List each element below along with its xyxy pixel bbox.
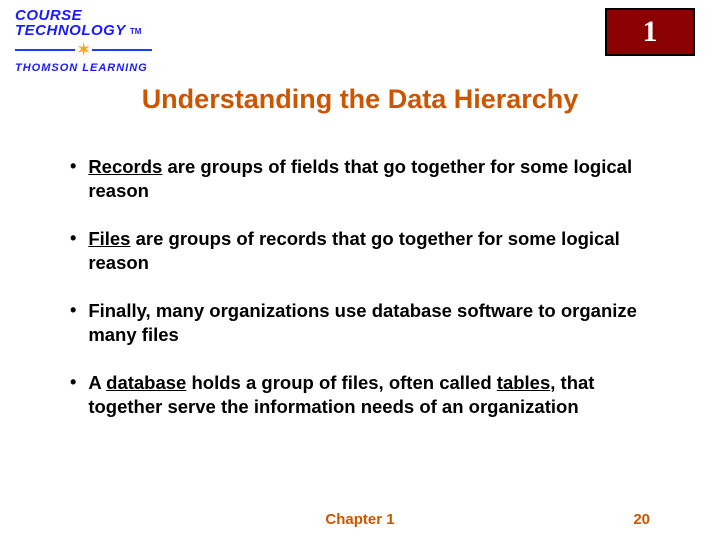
- logo-line3: THOMSON LEARNING: [15, 62, 148, 74]
- footer-page-number: 20: [633, 511, 650, 528]
- slide-content: • Records are groups of fields that go t…: [0, 115, 720, 419]
- logo-line1: COURSE: [15, 8, 82, 23]
- bullet-icon: •: [70, 155, 76, 178]
- footer-chapter-label: Chapter 1: [325, 511, 394, 528]
- publisher-logo: COURSE TECHNOLOGY TM ✶ THOMSON LEARNING: [15, 8, 152, 74]
- logo-line2: TECHNOLOGY: [15, 23, 126, 38]
- bullet-4: • A database holds a group of files, oft…: [70, 371, 650, 419]
- slide-title: Understanding the Data Hierarchy: [0, 84, 720, 115]
- bullet-3: • Finally, many organizations use databa…: [70, 299, 650, 347]
- slide-header: COURSE TECHNOLOGY TM ✶ THOMSON LEARNING …: [0, 0, 720, 74]
- slide-footer: Chapter 1 20: [0, 511, 720, 528]
- logo-divider: ✶: [15, 40, 152, 60]
- bullet-icon: •: [70, 227, 76, 250]
- bullet-icon: •: [70, 299, 76, 322]
- bullet-icon: •: [70, 371, 76, 394]
- bullet-1: • Records are groups of fields that go t…: [70, 155, 650, 203]
- bullet-2: • Files are groups of records that go to…: [70, 227, 650, 275]
- chapter-number-badge: 1: [605, 8, 695, 56]
- trademark: TM: [130, 27, 142, 36]
- star-icon: ✶: [77, 40, 90, 60]
